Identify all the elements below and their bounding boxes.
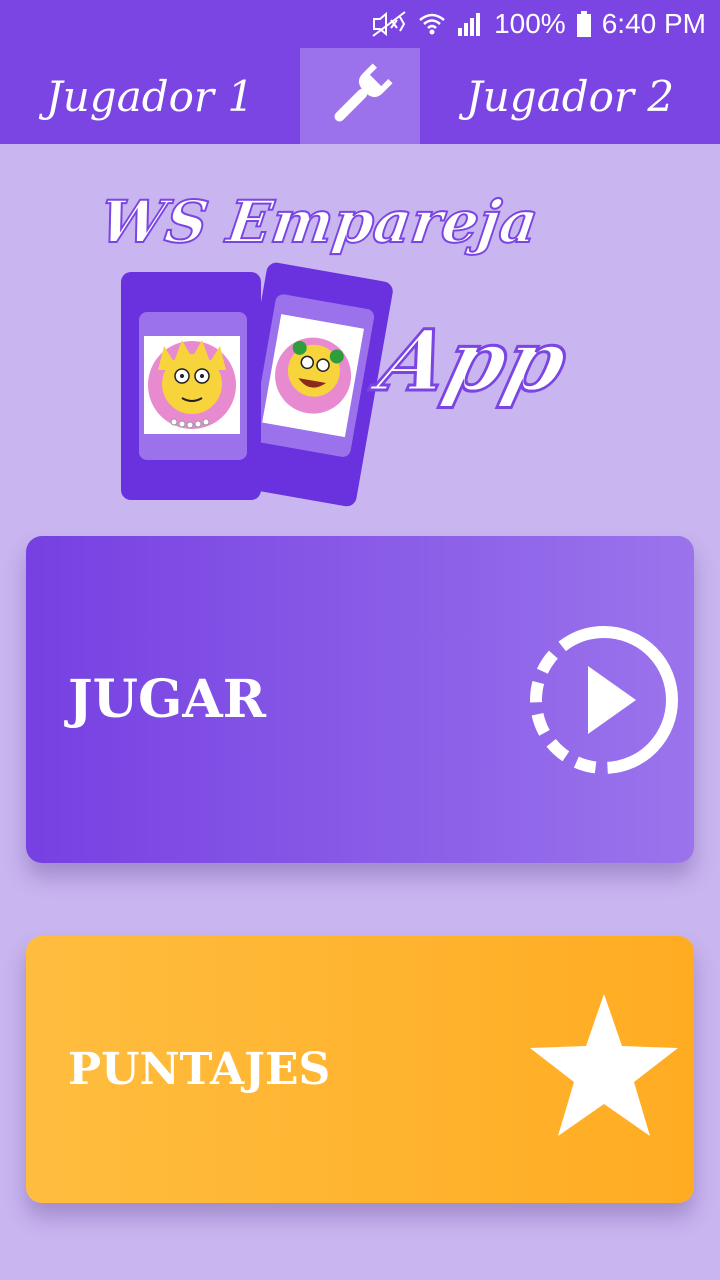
top-bar: Jugador 1 Jugador 2 bbox=[0, 48, 720, 144]
star-icon bbox=[530, 994, 678, 1136]
battery-percent: 100% bbox=[494, 8, 566, 39]
play-button[interactable]: JUGAR bbox=[26, 536, 694, 863]
play-button-label: JUGAR bbox=[68, 669, 266, 730]
logo-title: WS Empareja bbox=[100, 187, 542, 256]
app-logo: WS Empareja App bbox=[95, 170, 600, 510]
player-2-label: Jugador 2 bbox=[465, 71, 675, 121]
battery-icon bbox=[576, 10, 592, 38]
logo-subtitle: App bbox=[363, 312, 577, 410]
mute-icon bbox=[370, 9, 408, 39]
play-circle-icon bbox=[530, 626, 678, 774]
player-1-label: Jugador 1 bbox=[45, 71, 255, 121]
wifi-icon bbox=[418, 10, 446, 38]
signal-icon bbox=[456, 10, 484, 38]
scores-button-label: PUNTAJES bbox=[68, 1044, 331, 1095]
wrench-icon bbox=[334, 63, 393, 122]
clock: 6:40 PM bbox=[601, 8, 706, 39]
status-bar: 100% 6:40 PM bbox=[0, 0, 720, 48]
scores-button[interactable]: PUNTAJES bbox=[26, 936, 694, 1203]
settings-button[interactable] bbox=[300, 48, 420, 144]
